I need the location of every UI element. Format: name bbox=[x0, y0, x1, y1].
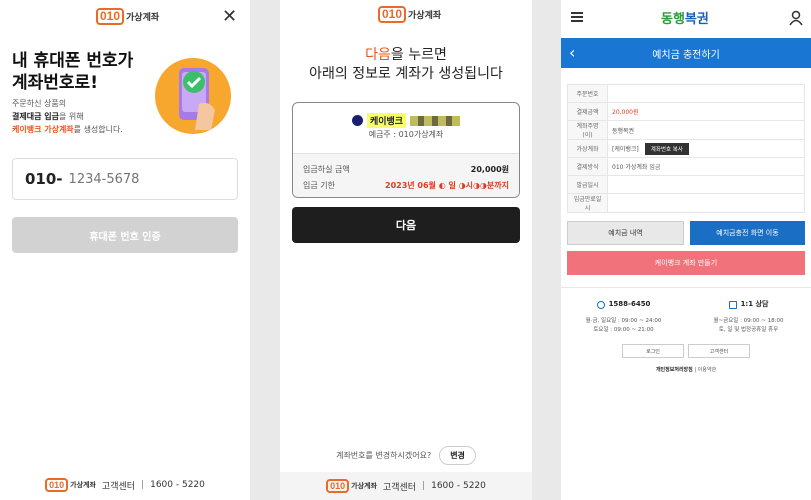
amount-row: 입금하실 금액 20,000원 bbox=[303, 165, 509, 174]
change-button[interactable]: 변경 bbox=[439, 446, 476, 465]
footer-divider: | bbox=[422, 481, 426, 491]
footer-phone[interactable]: 1600 - 5220 bbox=[431, 481, 486, 491]
description: 주문하신 상품의 결제대금 입금을 위해 케이뱅크 가상계좌를 생성합니다. bbox=[12, 99, 123, 134]
table-row: 주문번호 bbox=[567, 84, 805, 103]
deadline-row: 입금 기한 2023년 06월 ◐ 일 ◑시◑◑분까지 bbox=[303, 181, 509, 190]
policy-links: 개인정보처리방침 | 이용약관 bbox=[655, 367, 717, 373]
privacy-policy-link[interactable]: 개인정보처리방침 bbox=[656, 367, 693, 373]
logo-badge: 010 bbox=[378, 6, 407, 23]
phone-entry-screen: 010 가상계좌 ✕ 내 휴대폰 번호가 계좌번호로! 주문하신 상품의 결제대… bbox=[0, 0, 250, 500]
login-button[interactable]: 로그인 bbox=[622, 344, 684, 358]
phone-check-illustration bbox=[155, 58, 231, 134]
divider bbox=[561, 287, 811, 288]
close-icon[interactable]: ✕ bbox=[222, 6, 237, 27]
top-bar: 동행복권 bbox=[561, 0, 811, 38]
page-header: ‹ 예치금 충전하기 bbox=[561, 38, 811, 68]
chat-support: 1:1 상담 월~금요일 : 09:00 ~ 18:00 토, 일 및 법정공휴… bbox=[713, 300, 784, 333]
logo: 010 가상계좌 bbox=[378, 6, 441, 23]
action-buttons: 예치금 내역 예치금충전 화면 이동 bbox=[567, 221, 805, 245]
next-button[interactable]: 다음 bbox=[292, 207, 520, 243]
bank-row: 케이뱅크 bbox=[293, 113, 519, 128]
hamburger-menu-icon[interactable] bbox=[571, 12, 583, 22]
footer-phone[interactable]: 1600 - 5220 bbox=[150, 480, 205, 490]
go-charge-page-button[interactable]: 예치금충전 화면 이동 bbox=[690, 221, 805, 245]
support-section: 1588-6450 월·금, 일요일 : 09:00 ~ 24:00 토요일 :… bbox=[561, 300, 811, 335]
table-row: 결제금액 20,000원 bbox=[567, 102, 805, 121]
change-account-row: 계좌번호를 변경하시겠어요? 변경 bbox=[280, 446, 532, 465]
customer-center-button[interactable]: 고객센터 bbox=[688, 344, 750, 358]
account-holder: 예금주 : 010가상계좌 bbox=[368, 130, 444, 139]
user-icon[interactable] bbox=[789, 10, 803, 26]
footer-divider: | bbox=[141, 480, 145, 490]
copy-account-button[interactable]: 계좌번호 복사 bbox=[644, 142, 689, 155]
kbank-logo-icon bbox=[351, 115, 363, 126]
footer-center-label: 고객센터 bbox=[382, 482, 417, 493]
phone-support: 1588-6450 월·금, 일요일 : 09:00 ~ 24:00 토요일 :… bbox=[585, 300, 662, 333]
deposit-charge-screen: 동행복권 ‹ 예치금 충전하기 주문번호 결제금액 20,000원 계좌주명(이)… bbox=[561, 0, 811, 500]
back-arrow-icon[interactable]: ‹ bbox=[569, 43, 575, 62]
page-title: 내 휴대폰 번호가 계좌번호로! bbox=[12, 51, 134, 93]
footer-buttons: 로그인 고객센터 bbox=[561, 344, 811, 358]
deposit-history-button[interactable]: 예치금 내역 bbox=[567, 221, 684, 245]
chat-icon bbox=[728, 300, 737, 309]
table-row: 입금만료일시 bbox=[567, 193, 805, 213]
account-info-card: 케이뱅크 예금주 : 010가상계좌 입금하실 금액 20,000원 입금 기한… bbox=[292, 102, 520, 198]
phone-number-field[interactable]: 010- bbox=[12, 158, 238, 200]
phone-prefix: 010- bbox=[25, 170, 63, 188]
footer-logo: 010 가상계좌 bbox=[326, 479, 377, 493]
logo-badge: 010 bbox=[96, 8, 125, 25]
page-title: 예치금 충전하기 bbox=[652, 49, 720, 61]
table-row: 계좌주명(이) 동행복권 bbox=[567, 120, 805, 140]
footer: 010 가상계좌 고객센터 | 1600 - 5220 bbox=[0, 478, 250, 492]
footer-center-label: 고객센터 bbox=[101, 481, 136, 492]
account-confirm-screen: 010 가상계좌 다음을 누르면 아래의 정보로 계좌가 생성됩니다 케이뱅크 … bbox=[280, 0, 532, 500]
logo-text: 가상계좌 bbox=[408, 11, 442, 21]
logo-text: 가상계좌 bbox=[126, 13, 160, 23]
deposit-info-table: 주문번호 결제금액 20,000원 계좌주명(이) 동행복권 가상계좌 [케이뱅크] 계… bbox=[567, 84, 805, 213]
headset-icon bbox=[596, 300, 605, 309]
masked-account-number bbox=[410, 115, 461, 126]
table-row: 가상계좌 [케이뱅크] 계좌번호 복사 bbox=[567, 139, 805, 158]
table-row: 결제방식 010 가상계좌 입금 bbox=[567, 157, 805, 176]
phone-input[interactable] bbox=[68, 171, 219, 187]
table-row: 발급일시 bbox=[567, 175, 805, 194]
headline: 다음을 누르면 아래의 정보로 계좌가 생성됩니다 bbox=[309, 47, 503, 82]
footer: 010 가상계좌 고객센터 | 1600 - 5220 bbox=[280, 472, 532, 500]
create-kbank-account-button[interactable]: 케이뱅크 계좌 만들기 bbox=[567, 251, 805, 275]
bank-name: 케이뱅크 bbox=[366, 113, 407, 128]
change-question: 계좌번호를 변경하시겠어요? bbox=[336, 451, 432, 460]
terms-link[interactable]: 이용약관 bbox=[698, 367, 716, 373]
brand-logo[interactable]: 동행복권 bbox=[661, 8, 709, 27]
payment-details: 입금하실 금액 20,000원 입금 기한 2023년 06월 ◐ 일 ◑시◑◑… bbox=[293, 153, 519, 197]
logo: 010 가상계좌 bbox=[96, 8, 159, 25]
verify-phone-button[interactable]: 휴대폰 번호 인증 bbox=[12, 217, 238, 253]
footer-logo: 010 가상계좌 bbox=[45, 478, 96, 492]
